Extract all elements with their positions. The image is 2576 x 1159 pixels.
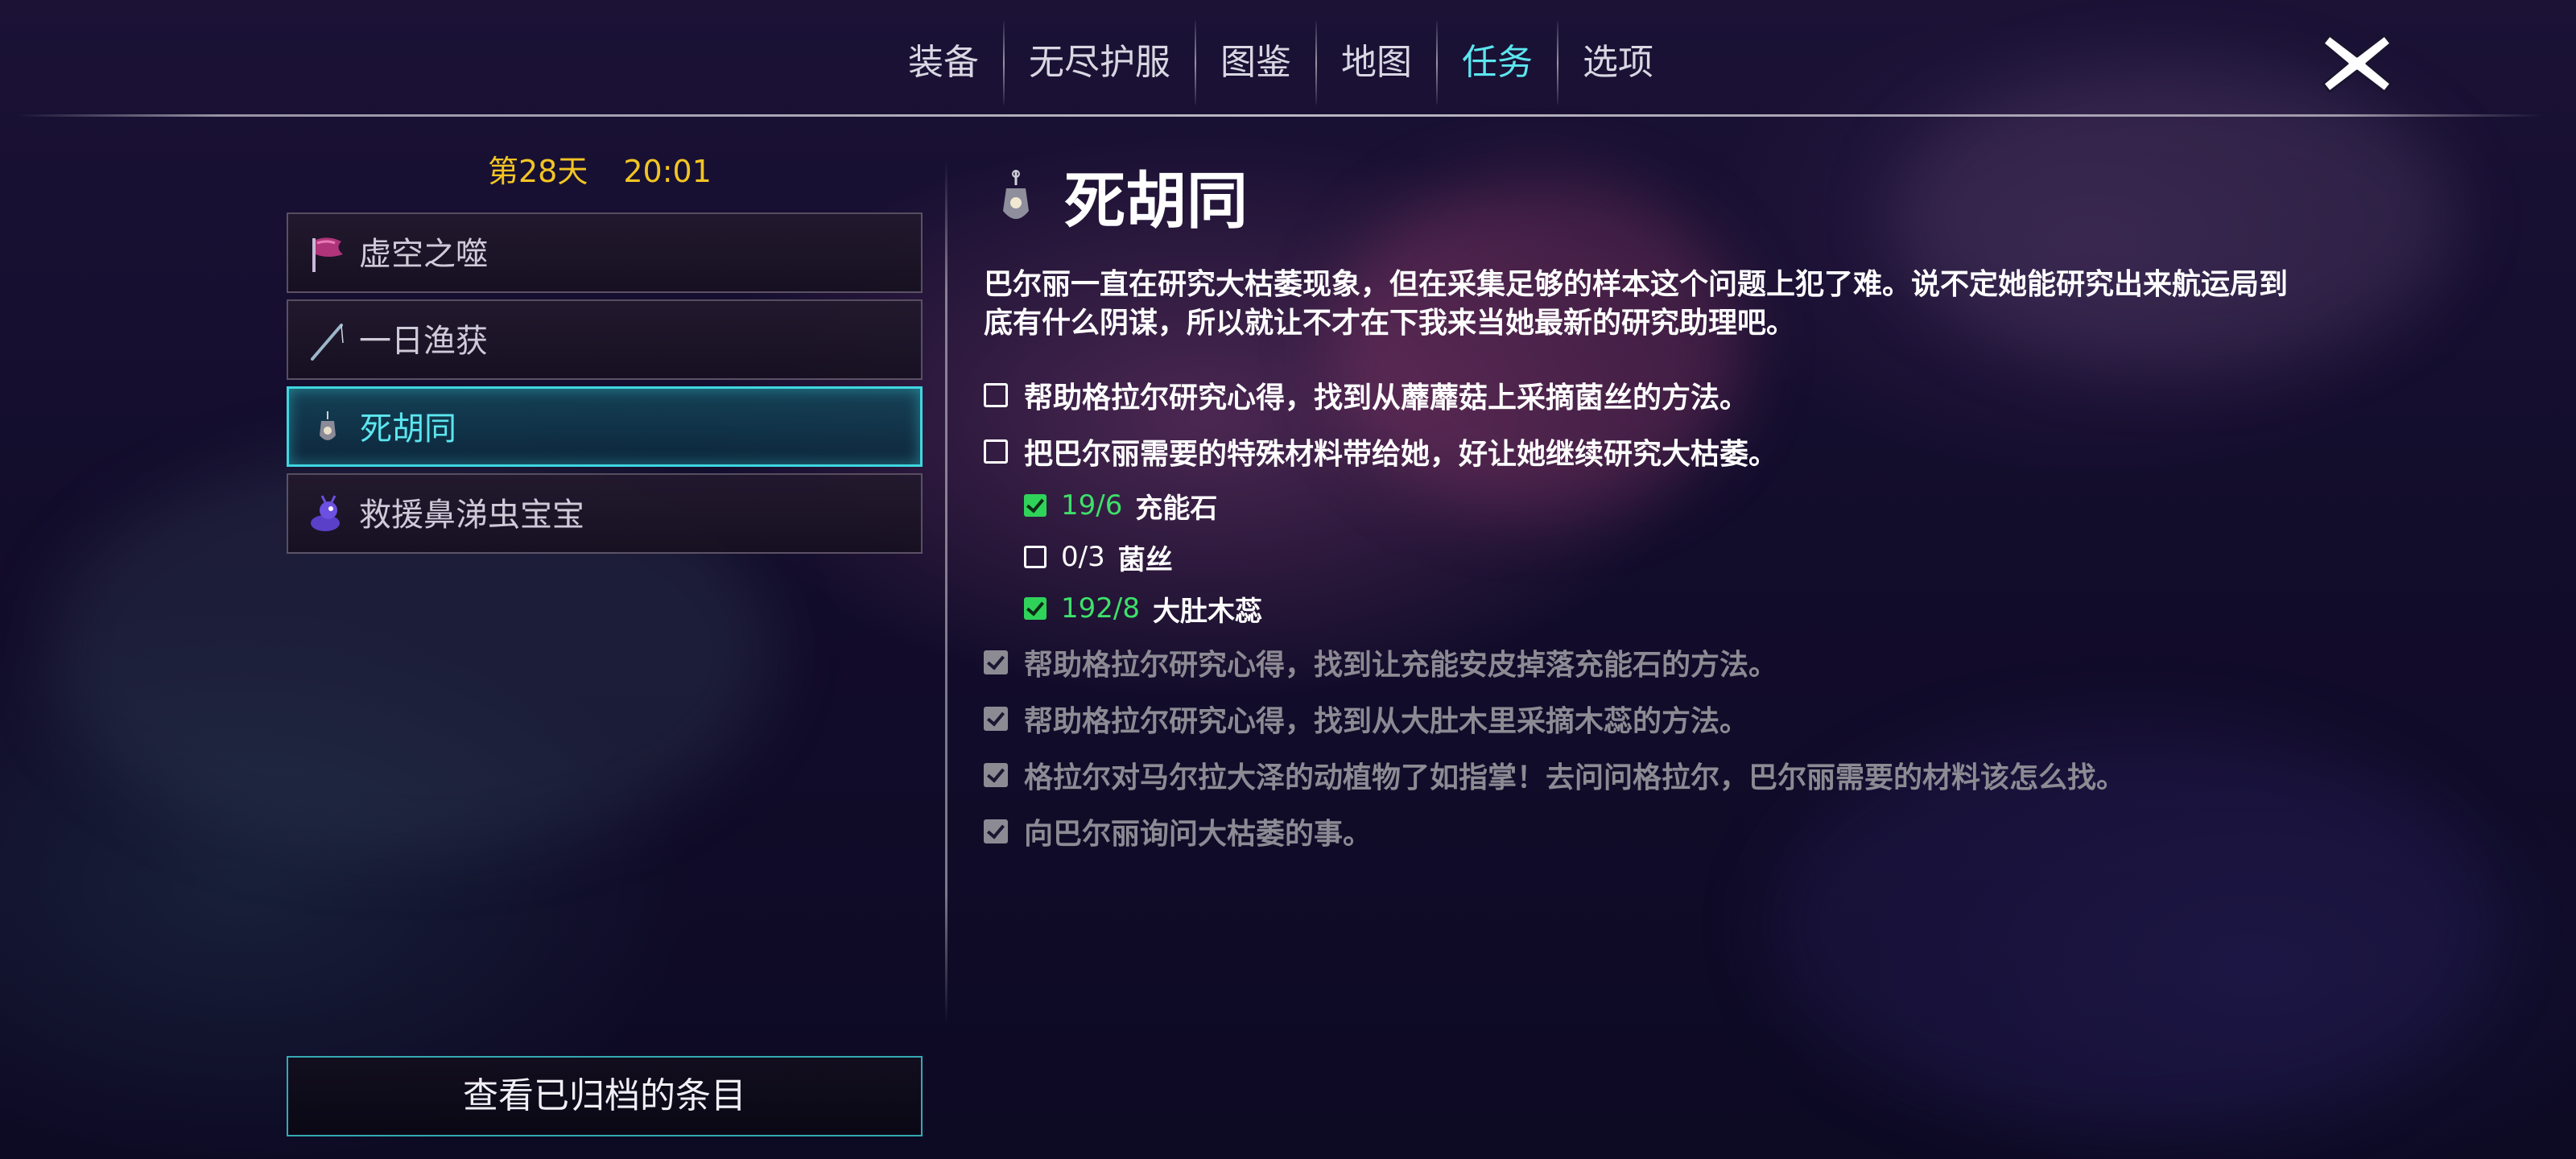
objective-text: 帮助格拉尔研究心得，找到从大肚木里采摘木蕊的方法。 [1024, 705, 1749, 738]
nav-underline [16, 114, 2544, 117]
material-name: 充能石 [1135, 492, 1218, 525]
material-count: 192/8 [1061, 592, 1140, 625]
quest-objectives: 帮助格拉尔研究心得，找到从蘼蘼菇上采摘菌丝的方法。 把巴尔丽需要的特殊材料带给她… [984, 367, 2433, 860]
quest-title: 死胡同 [1064, 165, 1248, 237]
tab-endless-suit[interactable]: 无尽护服 [1005, 21, 1195, 105]
material-name: 菌丝 [1117, 543, 1173, 576]
quest-item-dead-end[interactable]: 死胡同 [287, 386, 923, 467]
checkbox-checked-icon [984, 819, 1008, 843]
top-navigation: 装备 无尽护服 图鉴 地图 任务 选项 [0, 0, 2576, 118]
quest-item-days-catch[interactable]: 一日渔获 [287, 299, 923, 380]
tab-quests[interactable]: 任务 [1438, 21, 1557, 105]
lantern-icon [1003, 170, 1029, 219]
checkbox-checked-icon [984, 650, 1008, 674]
checkbox-checked-icon [984, 763, 1008, 787]
column-divider [945, 161, 947, 1024]
material-item: 0/3 菌丝 [984, 531, 2433, 583]
day-time-display: 第28天 20:01 [488, 146, 712, 191]
clock-time: 20:01 [623, 154, 712, 189]
material-item: 19/6 充能石 [984, 480, 2433, 531]
checkbox-checked-icon [1024, 597, 1046, 620]
quest-item-void-bite[interactable]: 虚空之噬 [287, 212, 923, 293]
day-counter: 第28天 [488, 154, 588, 189]
completed-objective: 帮助格拉尔研究心得，找到让充能安皮掉落充能石的方法。 [984, 634, 2433, 691]
checkbox-empty-icon [1024, 546, 1046, 568]
tab-map[interactable]: 地图 [1317, 21, 1436, 105]
quest-item-rescue-slug-baby[interactable]: 救援鼻涕虫宝宝 [287, 473, 923, 554]
objective-text: 格拉尔对马尔拉大泽的动植物了如指掌！去问问格拉尔，巴尔丽需要的材料该怎么找。 [1024, 761, 2126, 794]
material-item: 192/8 大肚木蕊 [984, 583, 2433, 634]
objective-text: 帮助格拉尔研究心得，找到让充能安皮掉落充能石的方法。 [1024, 649, 1778, 682]
objective-text: 把巴尔丽需要的特殊材料带给她，好让她继续研究大枯萎。 [1024, 438, 1778, 471]
checkbox-empty-icon [984, 383, 1008, 407]
quest-description: 巴尔丽一直在研究大枯萎现象，但在采集足够的样本这个问题上犯了难。说不定她能研究出… [984, 268, 2289, 340]
material-count: 19/6 [1061, 489, 1123, 522]
checkbox-checked-icon [1024, 494, 1046, 517]
nav-tabs: 装备 无尽护服 图鉴 地图 任务 选项 [884, 21, 1678, 105]
tab-options[interactable]: 选项 [1558, 21, 1678, 105]
objective-text: 向巴尔丽询问大枯萎的事。 [1024, 818, 1373, 851]
quest-label: 虚空之噬 [359, 236, 488, 273]
fishing-rod-icon [311, 324, 344, 361]
close-button[interactable] [2318, 29, 2396, 98]
quest-list: 虚空之噬 一日渔获 死胡同 救援鼻涕虫宝宝 [287, 212, 923, 560]
quest-label: 救援鼻涕虫宝宝 [359, 497, 584, 534]
checkbox-empty-icon [984, 439, 1008, 464]
objective-item: 帮助格拉尔研究心得，找到从蘼蘼菇上采摘菌丝的方法。 [984, 367, 2433, 423]
quest-label: 死胡同 [360, 410, 456, 448]
slug-icon [311, 495, 340, 531]
material-count: 0/3 [1061, 541, 1105, 573]
tab-codex[interactable]: 图鉴 [1196, 21, 1315, 105]
quest-label: 一日渔获 [359, 323, 488, 360]
material-name: 大肚木蕊 [1152, 595, 1262, 628]
close-icon [2322, 34, 2392, 93]
objective-text: 帮助格拉尔研究心得，找到从蘼蘼菇上采摘菌丝的方法。 [1024, 382, 1749, 415]
tab-equipment[interactable]: 装备 [884, 21, 1003, 105]
completed-objective: 帮助格拉尔研究心得，找到从大肚木里采摘木蕊的方法。 [984, 691, 2433, 747]
completed-objective: 向巴尔丽询问大枯萎的事。 [984, 803, 2433, 860]
quest-screen: 装备 无尽护服 图鉴 地图 任务 选项 第28天 20:01 虚空之噬 一日渔获… [0, 0, 2576, 1159]
completed-objective: 格拉尔对马尔拉大泽的动植物了如指掌！去问问格拉尔，巴尔丽需要的材料该怎么找。 [984, 747, 2433, 803]
lantern-icon [320, 411, 336, 440]
objective-item: 把巴尔丽需要的特殊材料带给她，好让她继续研究大枯萎。 [984, 423, 2433, 480]
checkbox-checked-icon [984, 707, 1008, 731]
flag-icon [312, 237, 343, 272]
view-archived-button[interactable]: 查看已归档的条目 [287, 1056, 923, 1136]
